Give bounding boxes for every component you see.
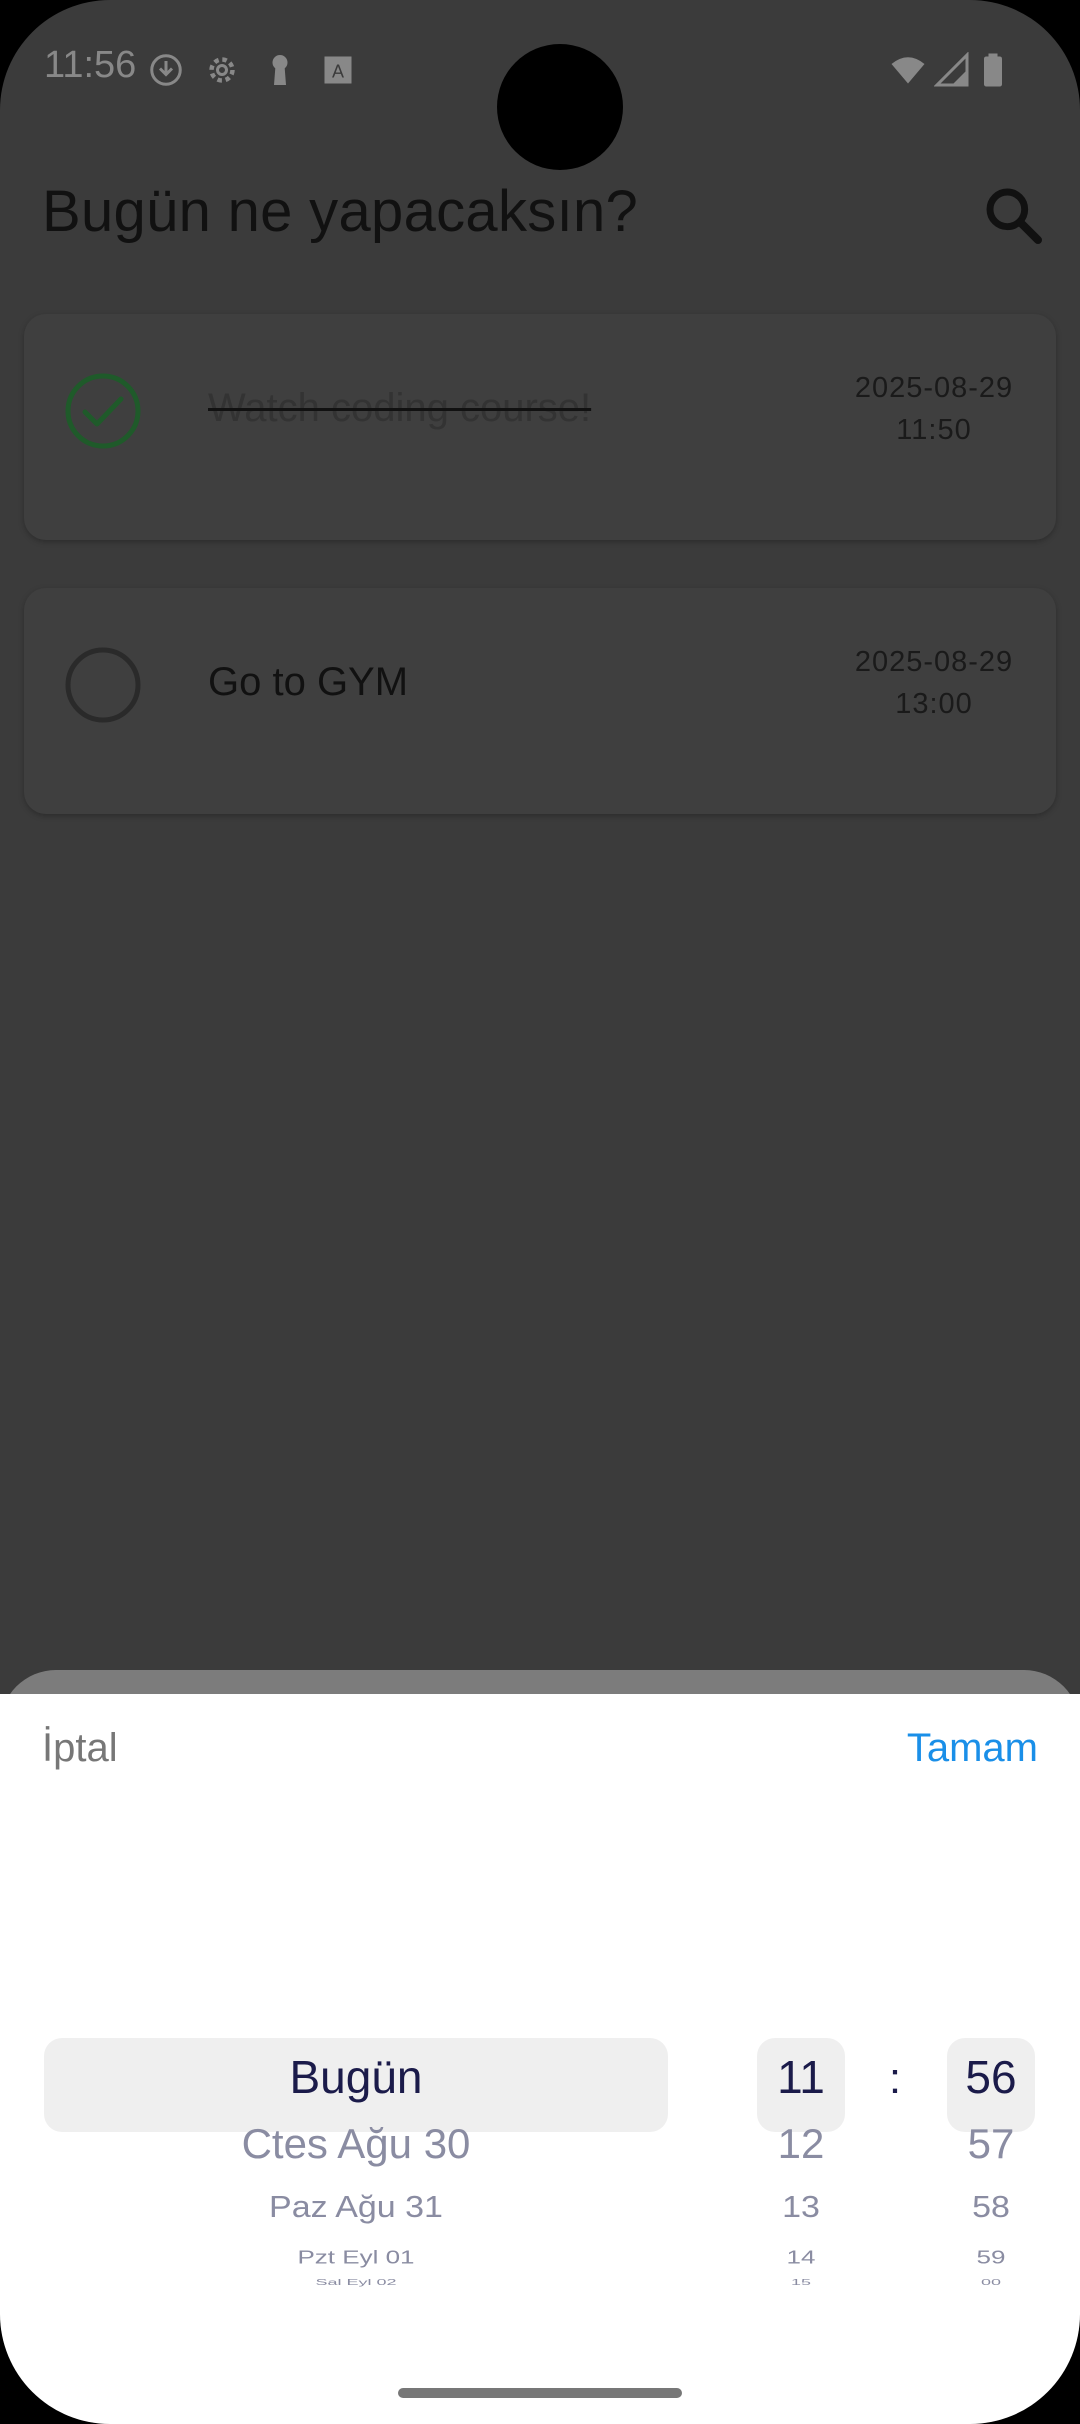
ok-button[interactable]: Tamam bbox=[907, 1726, 1038, 1771]
wifi-icon bbox=[891, 57, 925, 84]
task-time: 13:00 bbox=[895, 688, 973, 720]
minute-wheel[interactable]: 56 57 58 59 00 bbox=[947, 2036, 1035, 2301]
search-icon[interactable] bbox=[982, 184, 1046, 248]
day-option-selected[interactable]: Bugün bbox=[44, 2050, 668, 2104]
cancel-button[interactable]: İptal bbox=[42, 1726, 118, 1771]
task-date: 2025-08-29 bbox=[854, 646, 1014, 678]
task-card[interactable]: Go to GYM 2025-08-29 13:00 bbox=[24, 588, 1056, 814]
minute-option[interactable]: 57 bbox=[947, 2120, 1035, 2168]
battery-icon bbox=[984, 53, 1002, 87]
status-time: 11:56 bbox=[44, 44, 137, 86]
minute-option[interactable]: 00 bbox=[947, 2278, 1035, 2287]
hour-option[interactable]: 13 bbox=[757, 2190, 845, 2225]
hour-option[interactable]: 12 bbox=[757, 2120, 845, 2168]
minute-option[interactable]: 58 bbox=[947, 2190, 1035, 2225]
minute-option[interactable]: 59 bbox=[947, 2247, 1035, 2269]
minute-option-selected[interactable]: 56 bbox=[947, 2050, 1035, 2104]
settings-icon bbox=[209, 57, 235, 83]
day-option[interactable]: Sal Eyl 02 bbox=[44, 2278, 668, 2287]
day-wheel[interactable]: Bugün Ctes Ağu 30 Paz Ağu 31 Pzt Eyl 01 … bbox=[44, 2036, 668, 2301]
signal-icon bbox=[934, 52, 969, 87]
task-title: Go to GYM bbox=[208, 660, 409, 704]
task-title: Watch coding course! bbox=[208, 386, 592, 430]
hour-option[interactable]: 14 bbox=[757, 2247, 845, 2269]
day-option[interactable]: Ctes Ağu 30 bbox=[44, 2120, 668, 2168]
home-indicator[interactable] bbox=[398, 2388, 682, 2398]
time-separator: : bbox=[888, 2054, 902, 2103]
day-option[interactable]: Paz Ağu 31 bbox=[44, 2190, 668, 2225]
hour-option[interactable]: 15 bbox=[757, 2278, 845, 2287]
phone-screen: 11:56 A Bugün ne yapacaksın? Watch codin… bbox=[0, 0, 1080, 2424]
hour-option-selected[interactable]: 11 bbox=[757, 2050, 845, 2104]
a-icon: A bbox=[324, 56, 352, 84]
task-card[interactable]: Watch coding course! 2025-08-29 11:50 bbox=[24, 314, 1056, 540]
keyhole-icon bbox=[272, 55, 288, 85]
download-icon bbox=[150, 54, 182, 86]
day-option[interactable]: Pzt Eyl 01 bbox=[44, 2247, 668, 2269]
camera-cutout bbox=[497, 44, 623, 170]
svg-text:A: A bbox=[332, 62, 344, 82]
check-circle-empty-icon[interactable] bbox=[64, 646, 142, 724]
task-date: 2025-08-29 bbox=[854, 372, 1014, 404]
hour-wheel[interactable]: 11 12 13 14 15 bbox=[757, 2036, 845, 2301]
page-title: Bugün ne yapacaksın? bbox=[42, 179, 639, 244]
check-circle-done-icon[interactable] bbox=[64, 372, 142, 450]
task-time: 11:50 bbox=[896, 414, 972, 446]
